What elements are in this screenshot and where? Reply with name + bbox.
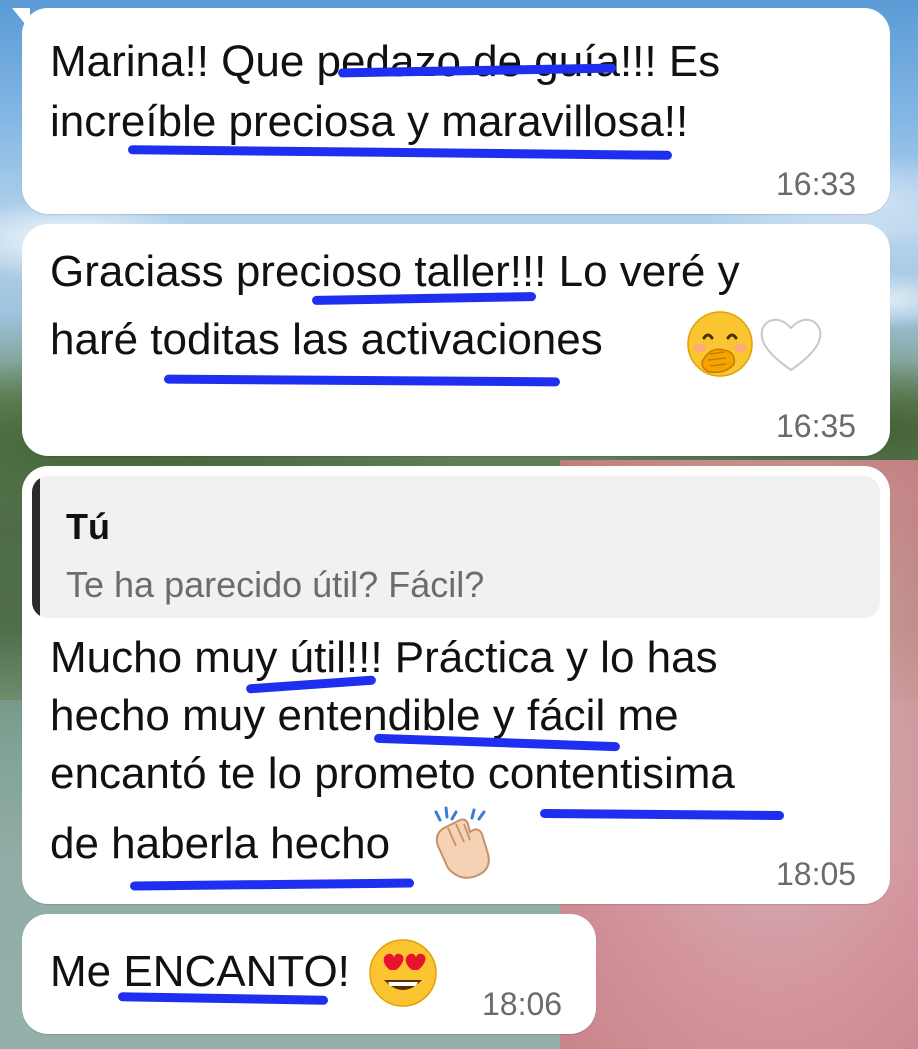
- bubble-tail: [12, 8, 30, 30]
- quoted-reply[interactable]: Tú Te ha parecido útil? Fácil?: [32, 476, 880, 618]
- reply-author: Tú: [66, 506, 110, 547]
- message-text-line: encantó te lo prometo contentisima: [50, 749, 735, 798]
- reply-accent-bar: [32, 476, 40, 618]
- message-text-line: hecho muy entendible y fácil me: [50, 691, 679, 740]
- clapping-hands-emoji: [426, 806, 498, 882]
- message-timestamp: 16:35: [776, 408, 857, 444]
- message-text-line: Mucho muy útil!!! Práctica y lo has: [50, 633, 718, 682]
- reply-text: Te ha parecido útil? Fácil?: [66, 564, 485, 605]
- message-bubble-3[interactable]: Tú Te ha parecido útil? Fácil? Mucho muy…: [22, 466, 890, 904]
- message-timestamp: 18:06: [482, 986, 563, 1022]
- message-bubble-1[interactable]: Marina!! Que pedazo de guía!!! Es increí…: [12, 8, 890, 214]
- message-text-line: de haberla hecho: [50, 819, 391, 868]
- smiling-hand-over-mouth-emoji: [686, 310, 754, 378]
- message-bubble-2[interactable]: Graciass precioso taller!!! Lo veré y ha…: [22, 224, 890, 456]
- message-timestamp: 18:05: [776, 856, 857, 892]
- message-text-line: haré toditas las activaciones: [50, 315, 603, 364]
- message-timestamp: 16:33: [776, 166, 857, 202]
- message-bubble-4[interactable]: Me ENCANTO! 18:06: [22, 914, 596, 1034]
- heart-eyes-emoji: [368, 938, 438, 1008]
- white-heart-emoji: [758, 314, 824, 374]
- message-text-line: Marina!! Que pedazo de guía!!! Es: [50, 37, 721, 86]
